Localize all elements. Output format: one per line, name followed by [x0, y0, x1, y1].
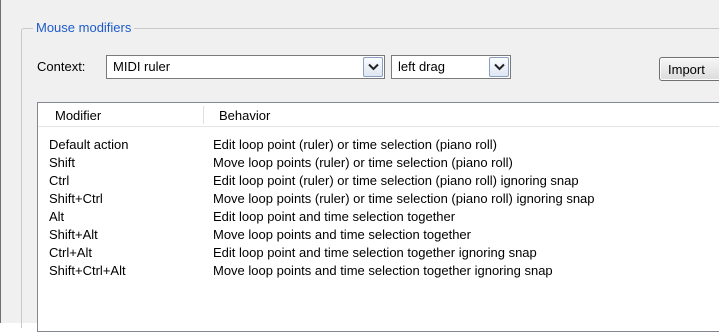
modifier-list[interactable]: Modifier Behavior Default action Edit lo…: [37, 102, 719, 332]
modifier-cell: Ctrl: [49, 173, 70, 188]
list-item[interactable]: Ctrl+Alt Edit loop point and time select…: [38, 244, 719, 262]
behavior-cell: Edit loop point (ruler) or time selectio…: [213, 173, 579, 188]
modifier-cell: Shift+Alt: [49, 227, 98, 242]
modifier-cell: Default action: [49, 137, 129, 152]
behavior-cell: Move loop points and time selection toge…: [213, 263, 553, 278]
behavior-cell: Edit loop point and time selection toget…: [213, 209, 456, 224]
list-item[interactable]: Default action Edit loop point (ruler) o…: [38, 136, 719, 154]
group-title: Mouse modifiers: [33, 20, 135, 36]
modifier-cell: Shift: [49, 155, 76, 170]
list-rows: Default action Edit loop point (ruler) o…: [38, 136, 719, 280]
context-dropdown-button[interactable]: [363, 57, 383, 77]
action-dropdown-button[interactable]: [489, 57, 509, 77]
column-header-behavior[interactable]: Behavior: [219, 108, 270, 124]
context-select-value: MIDI ruler: [113, 59, 171, 74]
modifier-cell: Shift+Ctrl+Alt: [49, 263, 126, 278]
column-header-modifier[interactable]: Modifier: [55, 108, 101, 124]
column-divider[interactable]: [203, 106, 204, 124]
list-item[interactable]: Shift Move loop points (ruler) or time s…: [38, 154, 719, 172]
behavior-cell: Move loop points and time selection toge…: [213, 227, 471, 242]
behavior-cell: Edit loop point (ruler) or time selectio…: [213, 137, 497, 152]
behavior-cell: Edit loop point and time selection toget…: [213, 245, 537, 260]
chevron-down-icon: [368, 63, 379, 71]
list-item[interactable]: Shift+Ctrl Move loop points (ruler) or t…: [38, 190, 719, 208]
behavior-cell: Move loop points (ruler) or time selecti…: [213, 155, 513, 170]
list-item[interactable]: Ctrl Edit loop point (ruler) or time sel…: [38, 172, 719, 190]
list-item[interactable]: Shift+Alt Move loop points and time sele…: [38, 226, 719, 244]
action-select[interactable]: left drag: [391, 55, 511, 79]
list-header: Modifier Behavior: [38, 103, 719, 127]
modifier-cell: Ctrl+Alt: [49, 245, 92, 260]
context-select[interactable]: MIDI ruler: [106, 55, 385, 79]
modifier-cell: Alt: [49, 209, 65, 224]
chevron-down-icon: [494, 63, 505, 71]
behavior-cell: Move loop points (ruler) or time selecti…: [213, 191, 595, 206]
import-button[interactable]: Import: [659, 57, 719, 81]
mouse-modifiers-dialog: Mouse modifiers Context: MIDI ruler left…: [0, 0, 719, 332]
list-item[interactable]: Alt Edit loop point and time selection t…: [38, 208, 719, 226]
action-select-value: left drag: [398, 59, 445, 74]
modifier-cell: Shift+Ctrl: [49, 191, 103, 206]
context-label: Context:: [37, 59, 86, 74]
list-item[interactable]: Shift+Ctrl+Alt Move loop points and time…: [38, 262, 719, 280]
